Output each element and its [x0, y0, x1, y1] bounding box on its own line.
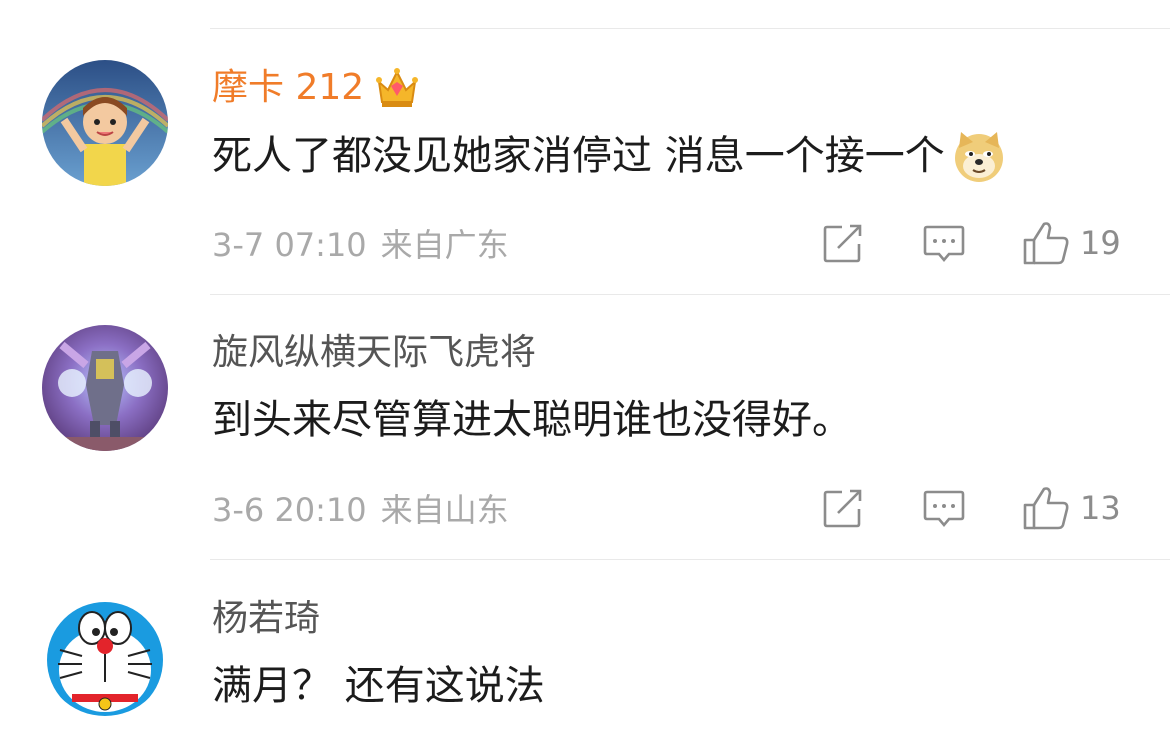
like-button[interactable]: 13: [1022, 485, 1121, 531]
crown-icon[interactable]: [374, 66, 420, 110]
avatar[interactable]: [42, 60, 168, 186]
comment-text: 死人了都没见她家消停过 消息一个接一个: [212, 133, 945, 179]
comment-location: 来自山东: [380, 491, 509, 529]
comment-text: 到头来尽管算进太聪明谁也没得好。: [212, 397, 852, 443]
doge-icon: [954, 132, 1003, 182]
avatar-image: [42, 60, 168, 186]
avatar[interactable]: [42, 325, 168, 451]
divider-top: [210, 28, 1170, 29]
reply-button[interactable]: [922, 489, 966, 529]
comment-icon: [923, 490, 965, 528]
divider: [210, 294, 1170, 295]
share-button[interactable]: [822, 489, 864, 529]
username[interactable]: 旋风纵横天际飞虎将: [212, 331, 536, 375]
comment-time: 3-7 07:10: [212, 226, 367, 264]
share-icon: [823, 489, 862, 528]
comment-location: 来自广东: [380, 226, 509, 264]
reply-button[interactable]: [922, 224, 966, 264]
avatar-image: [42, 590, 168, 716]
avatar[interactable]: [42, 590, 168, 716]
thumbs-up-icon: [1023, 222, 1069, 265]
thumbs-up-icon: [1023, 487, 1069, 530]
like-count: 13: [1080, 489, 1121, 527]
share-icon: [823, 224, 862, 263]
like-count: 19: [1080, 224, 1121, 262]
share-button[interactable]: [822, 224, 864, 264]
comment-icon: [923, 225, 965, 263]
comment-text: 满月？ 还有这说法: [212, 663, 545, 709]
divider: [210, 559, 1170, 560]
username[interactable]: 杨若琦: [212, 597, 320, 641]
avatar-image: [42, 325, 168, 451]
like-button[interactable]: 19: [1022, 220, 1121, 266]
username[interactable]: 摩卡 212: [212, 66, 364, 110]
comment-time: 3-6 20:10: [212, 491, 367, 529]
